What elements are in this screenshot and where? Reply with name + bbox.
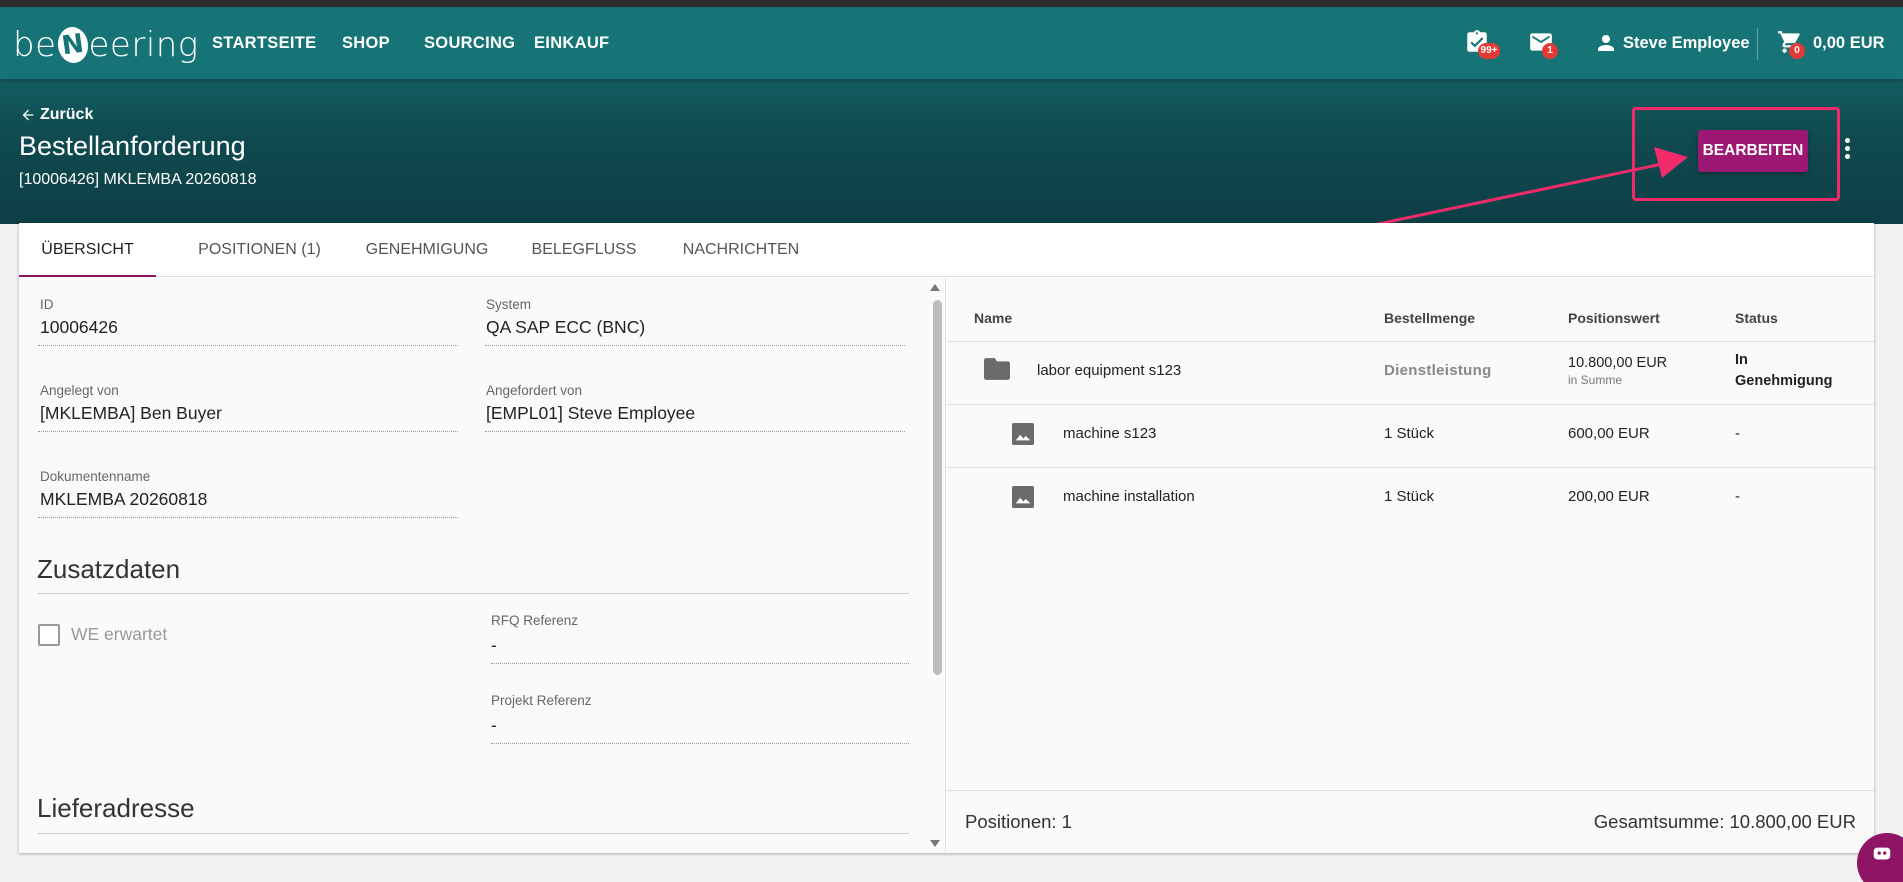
id-value: 10006426 bbox=[38, 317, 458, 346]
cart-total[interactable]: 0,00 EUR bbox=[1813, 34, 1885, 53]
section-title-lieferadresse: Lieferadresse bbox=[37, 793, 195, 823]
overview-pane: ID 10006426 System QA SAP ECC (BNC) Ange… bbox=[19, 278, 946, 853]
messages-button[interactable]: 1 bbox=[1528, 29, 1558, 59]
row-status: - bbox=[1735, 488, 1740, 505]
messages-badge: 1 bbox=[1542, 43, 1558, 59]
arrow-left-icon bbox=[22, 109, 34, 121]
tab-positionen[interactable]: POSITIONEN (1) bbox=[168, 223, 351, 277]
gr-expected-label: WE erwartet bbox=[71, 624, 168, 644]
top-navbar: be Neering STARTSEITE SHOP SOURCING EINKA… bbox=[0, 7, 1903, 79]
back-link-label: Zurück bbox=[40, 106, 94, 123]
cart-button[interactable]: 0 bbox=[1777, 29, 1805, 59]
row-value-note: in Summe bbox=[1568, 373, 1623, 387]
row-value: 600,00 EUR bbox=[1568, 425, 1650, 442]
window-top-strip bbox=[0, 0, 1903, 7]
section-divider bbox=[37, 593, 909, 594]
logo-prefix: be bbox=[13, 25, 57, 65]
column-header-value[interactable]: Positionswert bbox=[1568, 310, 1660, 326]
positions-total: Gesamtsumme: 10.800,00 EUR bbox=[1593, 811, 1856, 832]
page-subtitle: [10006426] MKLEMBA 20260818 bbox=[19, 171, 257, 188]
scroll-down-arrow-icon[interactable] bbox=[930, 840, 940, 847]
positions-pane: Name Bestellmenge Positionswert Status l… bbox=[947, 278, 1874, 853]
row-value: 200,00 EUR bbox=[1568, 488, 1650, 505]
page-title: Bestellanforderung bbox=[19, 131, 246, 161]
footer-divider bbox=[947, 790, 1874, 791]
row-status-line1: In bbox=[1735, 352, 1748, 368]
system-value: QA SAP ECC (BNC) bbox=[485, 317, 905, 346]
created-by-label: Angelegt von bbox=[40, 383, 119, 398]
row-quantity: 1 Stück bbox=[1384, 488, 1435, 505]
image-icon bbox=[1012, 423, 1034, 445]
column-header-status[interactable]: Status bbox=[1735, 310, 1778, 326]
positions-count: Positionen: 1 bbox=[965, 811, 1072, 832]
app-logo[interactable]: be Neering bbox=[13, 25, 199, 65]
nav-item-sourcing[interactable]: SOURCING bbox=[424, 34, 515, 53]
section-divider bbox=[37, 833, 909, 834]
tasks-badge: 99+ bbox=[1478, 43, 1500, 59]
requested-by-label: Angefordert von bbox=[486, 383, 583, 398]
logo-letter: N bbox=[55, 25, 90, 65]
tab-nachrichten[interactable]: NACHRICHTEN bbox=[660, 223, 822, 277]
nav-item-einkauf[interactable]: EINKAUF bbox=[534, 34, 609, 53]
more-options-icon[interactable] bbox=[1840, 138, 1854, 164]
requested-by-value: [EMPL01] Steve Employee bbox=[485, 403, 905, 432]
scrollbar-thumb[interactable] bbox=[933, 300, 942, 675]
user-name[interactable]: Steve Employee bbox=[1623, 34, 1750, 53]
project-value: - bbox=[491, 715, 909, 744]
nav-divider bbox=[1757, 28, 1758, 60]
rfq-label: RFQ Referenz bbox=[491, 613, 579, 628]
row-divider bbox=[947, 404, 1874, 405]
docname-value: MKLEMBA 20260818 bbox=[38, 489, 458, 518]
tab-genehmigung[interactable]: GENEHMIGUNG bbox=[350, 223, 504, 277]
system-label: System bbox=[486, 297, 532, 312]
row-divider bbox=[947, 467, 1874, 468]
folder-icon bbox=[984, 358, 1010, 380]
user-menu-icon-wrap[interactable] bbox=[1594, 31, 1622, 57]
image-icon bbox=[1012, 486, 1034, 508]
row-divider bbox=[947, 341, 1874, 342]
chatbot-icon bbox=[1873, 847, 1891, 860]
row-name[interactable]: labor equipment s123 bbox=[1037, 362, 1181, 379]
row-quantity: 1 Stück bbox=[1384, 425, 1435, 442]
project-label: Projekt Referenz bbox=[491, 693, 592, 708]
row-value: 10.800,00 EUR bbox=[1568, 355, 1668, 371]
row-quantity: Dienstleistung bbox=[1384, 362, 1492, 379]
column-header-quantity[interactable]: Bestellmenge bbox=[1384, 310, 1475, 326]
row-name[interactable]: machine installation bbox=[1063, 488, 1195, 505]
tab-uebersicht[interactable]: ÜBERSICHT bbox=[19, 223, 156, 277]
nav-item-shop[interactable]: SHOP bbox=[342, 34, 390, 53]
gr-expected-checkbox[interactable] bbox=[38, 624, 60, 646]
cart-badge: 0 bbox=[1789, 43, 1805, 59]
docname-label: Dokumentenname bbox=[40, 469, 151, 484]
nav-item-startseite[interactable]: STARTSEITE bbox=[212, 34, 316, 53]
tab-belegfluss[interactable]: BELEGFLUSS bbox=[505, 223, 663, 277]
detail-card: ÜBERSICHT POSITIONEN (1) GENEHMIGUNG BEL… bbox=[19, 223, 1874, 853]
column-header-name[interactable]: Name bbox=[974, 310, 1012, 326]
back-link[interactable]: Zurück bbox=[20, 106, 93, 124]
row-status: - bbox=[1735, 425, 1740, 442]
edit-button[interactable]: BEARBEITEN bbox=[1698, 130, 1808, 172]
scroll-up-arrow-icon[interactable] bbox=[930, 284, 940, 291]
tasks-button[interactable]: 99+ bbox=[1464, 29, 1500, 59]
row-status-line2: Genehmigung bbox=[1735, 373, 1833, 389]
logo-suffix: eering bbox=[88, 25, 199, 65]
section-title-zusatzdaten: Zusatzdaten bbox=[37, 554, 181, 584]
rfq-value: - bbox=[491, 635, 909, 664]
tab-bar: ÜBERSICHT POSITIONEN (1) GENEHMIGUNG BEL… bbox=[19, 223, 1874, 277]
id-label: ID bbox=[40, 297, 54, 312]
row-name[interactable]: machine s123 bbox=[1063, 425, 1156, 442]
person-icon bbox=[1598, 35, 1614, 51]
created-by-value: [MKLEMBA] Ben Buyer bbox=[38, 403, 458, 432]
